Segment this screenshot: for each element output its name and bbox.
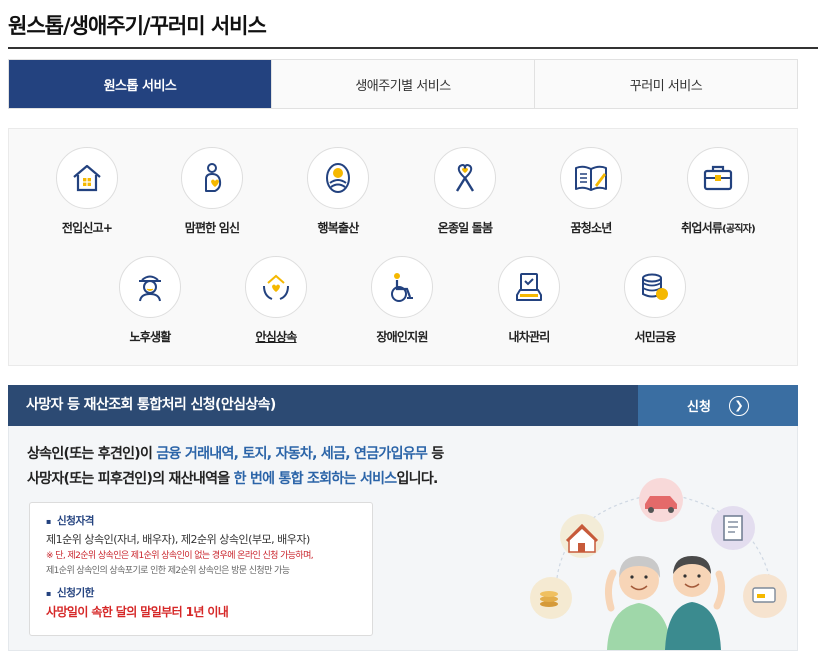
detail-body: 상속인(또는 후견인)이 금융 거래내역, 토지, 자동차, 세금, 연금가입유… <box>8 426 798 651</box>
service-car[interactable]: 내차관리 <box>469 256 589 345</box>
briefcase-icon <box>687 147 749 209</box>
service-label: 노후생활 <box>129 330 172 344</box>
service-label: 맘편한 임신 <box>184 221 240 235</box>
wheelchair-icon <box>371 256 433 318</box>
car-document-icon <box>498 256 560 318</box>
service-label: 내차관리 <box>508 330 551 344</box>
deadline-heading: 신청기한 <box>46 585 372 600</box>
apply-button[interactable]: 신청 ❯ <box>638 385 798 426</box>
service-youth[interactable]: 꿈청소년 <box>531 147 651 236</box>
service-label: 꿈청소년 <box>570 221 613 235</box>
baby-icon <box>307 147 369 209</box>
service-job-docs[interactable]: 취업서류(공직자) <box>658 147 778 236</box>
eligibility-text: 제1순위 상속인(자녀, 배우자), 제2순위 상속인(부모, 배우자) <box>46 533 310 546</box>
service-finance[interactable]: 서민금융 <box>595 256 715 345</box>
service-grid: 전입신고+ 맘편한 임신 행복출산 온종일 돌봄 꿈청소년 취업서류(공직자) <box>8 128 798 366</box>
service-label: 전입신고+ <box>61 221 113 235</box>
elder-icon <box>119 256 181 318</box>
detail-title: 사망자 등 재산조회 통합처리 신청(안심상속) <box>26 397 276 413</box>
service-inheritance[interactable]: 안심상속 <box>216 256 336 345</box>
eligibility-note: ※ 단, 제2순위 상속인은 제1순위 상속인이 없는 경우에 온라인 신청 가… <box>46 551 314 561</box>
elderly-couple-illustration <box>530 478 787 650</box>
service-birth[interactable]: 행복출산 <box>278 147 398 236</box>
care-ribbon-icon <box>434 147 496 209</box>
service-label: 온종일 돌봄 <box>437 221 493 235</box>
tab-lifecycle[interactable]: 생애주기별 서비스 <box>271 60 534 108</box>
eligibility-note: 제1순위 상속인의 상속포기로 인한 제2순위 상속인은 방문 신청만 가능 <box>46 566 290 576</box>
deadline-text: 사망일이 속한 달의 말일부터 1년 이내 <box>46 605 229 619</box>
tab-package[interactable]: 꾸러미 서비스 <box>534 60 797 108</box>
service-tabs: 원스톱 서비스 생애주기별 서비스 꾸러미 서비스 <box>8 59 798 109</box>
book-icon <box>560 147 622 209</box>
title-divider <box>8 47 818 49</box>
eligibility-heading: 신청자격 <box>46 513 372 528</box>
service-move-in[interactable]: 전입신고+ <box>27 147 147 236</box>
service-description: 상속인(또는 후견인)이 금융 거래내역, 토지, 자동차, 세금, 연금가입유… <box>27 446 444 487</box>
service-label: 서민금융 <box>634 330 677 344</box>
service-label: 안심상속 <box>255 330 298 344</box>
service-label: 취업서류(공직자) <box>681 221 756 235</box>
service-pregnancy[interactable]: 맘편한 임신 <box>152 147 272 236</box>
service-care[interactable]: 온종일 돌봄 <box>405 147 525 236</box>
house-icon <box>56 147 118 209</box>
service-label: 장애인지원 <box>376 330 428 344</box>
service-label: 행복출산 <box>317 221 360 235</box>
service-elderly[interactable]: 노후생활 <box>90 256 210 345</box>
inheritance-hands-icon <box>245 256 307 318</box>
service-disability[interactable]: 장애인지원 <box>342 256 462 345</box>
coins-icon <box>624 256 686 318</box>
apply-label: 신청 <box>687 400 711 415</box>
chevron-right-icon: ❯ <box>728 395 749 416</box>
pregnancy-icon <box>181 147 243 209</box>
detail-header: 사망자 등 재산조회 통합처리 신청(안심상속) 신청 ❯ <box>8 385 798 426</box>
tab-onestop[interactable]: 원스톱 서비스 <box>9 60 271 108</box>
eligibility-box: 신청자격 제1순위 상속인(자녀, 배우자), 제2순위 상속인(부모, 배우자… <box>29 502 373 636</box>
page-title: 원스톱/생애주기/꾸러미 서비스 <box>8 14 267 38</box>
